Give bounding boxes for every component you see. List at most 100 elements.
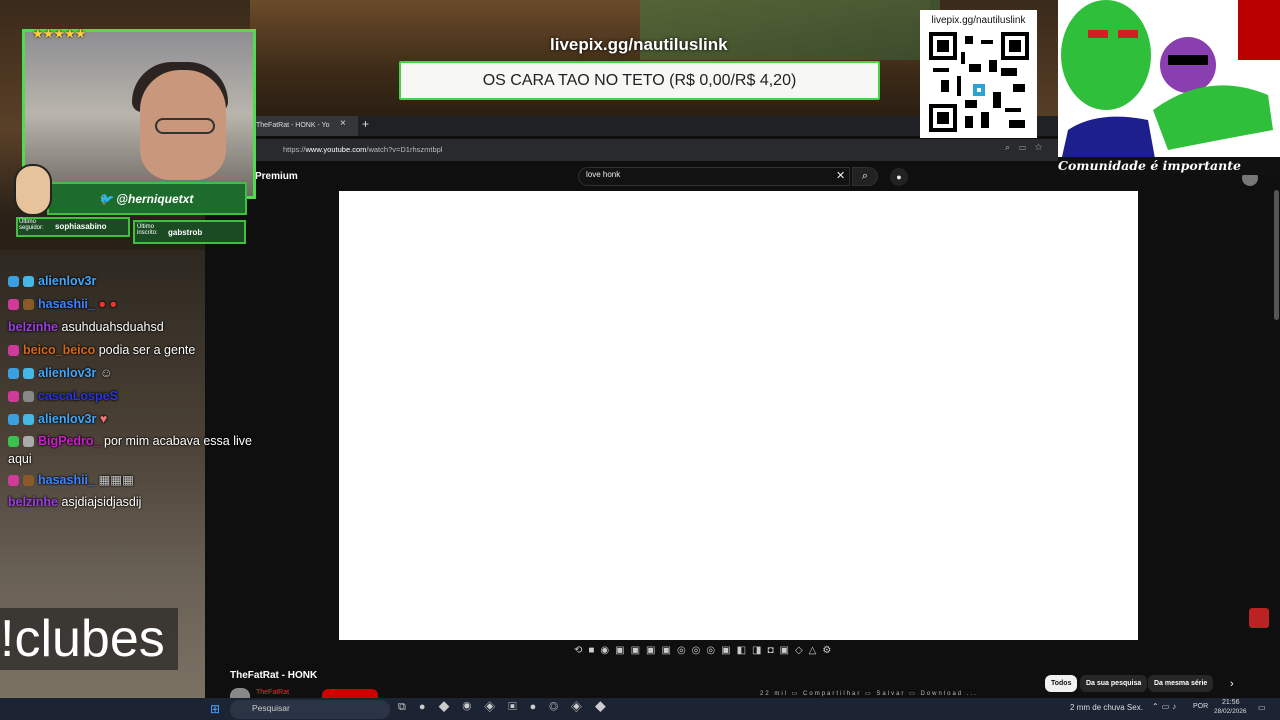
share-button[interactable]: Compartilhar	[803, 691, 861, 697]
search-value: love honk	[586, 170, 621, 179]
badge-icon	[23, 276, 34, 288]
twitter-handle: 🐦 @herniquetxt	[98, 192, 193, 206]
badge-icon	[23, 475, 34, 487]
badge-icon	[8, 368, 19, 380]
badge-icon	[8, 391, 19, 403]
chat-message: hasashii_ ▦▦▦	[8, 472, 134, 487]
chat-username: cascaLospeS	[38, 389, 118, 403]
video-title: TheFatRat - HONK	[230, 670, 318, 681]
emote-icon: ▦▦▦	[98, 473, 134, 487]
chat-username: alienlov3r	[38, 412, 97, 426]
youtube-logo[interactable]: Premium	[255, 171, 298, 182]
address-bar-icons[interactable]: ⌕▭☆	[1005, 142, 1051, 153]
chat-username: hasashii_	[38, 473, 95, 487]
chip-same-series[interactable]: Da mesma série	[1148, 675, 1214, 692]
chat-username: belzinhe	[8, 320, 59, 334]
twitter-icon: 🐦	[98, 192, 113, 206]
chip-from-search[interactable]: Da sua pesquisa	[1080, 675, 1148, 692]
badge-icon	[8, 414, 19, 426]
chat-text: asjdiajsidjasdij	[61, 495, 142, 509]
badge-icon	[8, 345, 19, 357]
chat-message-continued: aqui	[8, 452, 32, 466]
extension-toolbar[interactable]: ⟲■◉▣▣▣▣◎◎◎▣◧◨◘▣◇△⚙	[574, 645, 904, 661]
more-button[interactable]: ...	[967, 691, 978, 697]
language-indicator[interactable]: POR	[1193, 703, 1208, 710]
chat-message: BigPedro_ por mim acabava essa live	[8, 434, 252, 448]
qr-code-icon	[929, 32, 1029, 132]
last-follower-label: Último seguidor:	[19, 219, 44, 231]
new-tab-icon[interactable]: +	[362, 117, 369, 131]
page-scrollbar[interactable]	[1274, 190, 1279, 320]
community-caption: Comunidade é importante	[1058, 157, 1280, 175]
chat-username: belzinhe	[8, 495, 59, 509]
chat-username: BigPedro_	[38, 434, 101, 448]
last-sub-name: gabstrob	[168, 228, 203, 237]
chat-username: alienlov3r	[38, 274, 97, 288]
channel-name[interactable]: TheFatRat	[256, 689, 289, 696]
video-player[interactable]	[339, 191, 1138, 640]
badge-icon	[23, 414, 34, 426]
clock-time[interactable]: 21:56	[1222, 699, 1240, 706]
taskbar-app-icons[interactable]: ⧉●◆◉◈▣●◎◈◆	[398, 701, 619, 714]
chat-message: hasashii_ ● ●	[8, 297, 117, 311]
chat-text: por mim acabava essa live	[104, 434, 252, 448]
chat-text: podia ser a gente	[98, 343, 196, 357]
clear-search-icon[interactable]: ✕	[836, 169, 845, 182]
url-domain: www.youtube.com	[305, 145, 367, 154]
badge-icon	[8, 299, 19, 311]
emote-icon: ☺	[99, 366, 113, 380]
tab-close-icon[interactable]: ×	[340, 118, 346, 129]
chip-all[interactable]: Todos	[1045, 675, 1078, 692]
channel-watermark	[1249, 608, 1269, 628]
badge-icon	[23, 299, 34, 311]
subscribe-button[interactable]	[322, 689, 378, 698]
chat-message: beico_beico podia ser a gente	[8, 343, 195, 357]
chat-message: alienlov3r	[8, 274, 96, 288]
badge-icon	[8, 436, 19, 448]
save-button[interactable]: Salvar	[876, 691, 905, 697]
chat-username: beico_beico	[23, 343, 96, 357]
last-sub-label: Último inscrito:	[137, 224, 158, 236]
windows-start-icon[interactable]: ⊞	[210, 702, 220, 716]
cartoon-characters	[1058, 0, 1280, 175]
taskbar-search-placeholder: Pesquisar	[252, 703, 290, 713]
weather-widget[interactable]: 2 mm de chuva Sex.	[1070, 703, 1143, 712]
glasses	[155, 118, 215, 134]
chat-username: alienlov3r	[38, 366, 97, 380]
mic-icon[interactable]: ●	[890, 168, 908, 186]
last-follower-name: sophiasabino	[55, 222, 107, 231]
url-path: /watch?v=D1rhszmtbpl	[366, 145, 443, 154]
badge-icon	[23, 436, 34, 448]
star-rating: ★★★★★	[32, 26, 86, 41]
chat-username: hasashii_	[38, 297, 95, 311]
video-actions[interactable]: 22 mil ▭ Compartilhar ▭ Salvar ▭ Downloa…	[760, 690, 978, 697]
chat-message: alienlov3r ♥	[8, 412, 107, 426]
emote-icon: ♥	[99, 412, 108, 426]
qr-label: livepix.gg/nautiluslink	[931, 15, 1026, 26]
livepix-url: livepix.gg/nautiluslink	[550, 35, 728, 54]
command-overlay: !clubes	[0, 608, 178, 670]
download-button[interactable]: Download	[920, 691, 963, 697]
clock-date[interactable]: 28/02/2026	[1214, 708, 1247, 715]
chevron-right-icon[interactable]: ›	[1230, 678, 1234, 690]
chat-text: asuhduahsduahsd	[61, 320, 164, 334]
badge-icon	[23, 391, 34, 403]
donation-banner-text: OS CARA TAO NO TETO (R$ 0,00/R$ 4,20)	[482, 72, 797, 89]
badge-icon	[8, 276, 19, 288]
chat-message: alienlov3r ☺	[8, 366, 113, 380]
notification-icon[interactable]: ▭	[1258, 703, 1266, 712]
url-field[interactable]: https://www.youtube.com/watch?v=D1rhszmt…	[283, 142, 1003, 157]
badge-icon	[8, 475, 19, 487]
twitter-handle-text: @herniquetxt	[116, 192, 194, 206]
chat-text: aqui	[8, 452, 32, 466]
search-icon[interactable]: ⌕	[852, 167, 878, 186]
system-tray-icons[interactable]: ⌃▭♪	[1152, 702, 1179, 711]
chat-message: belzinhe asuhduahsduahsd	[8, 320, 164, 334]
like-button[interactable]: 22 mil	[760, 691, 788, 697]
mascot-avatar	[14, 164, 52, 216]
badge-icon	[23, 368, 34, 380]
url-prefix: https://	[283, 145, 306, 154]
emote-icon: ● ●	[98, 297, 118, 311]
chat-message: cascaLospeS	[8, 389, 118, 403]
chat-message: belzinhe asjdiajsidjasdij	[8, 495, 141, 509]
